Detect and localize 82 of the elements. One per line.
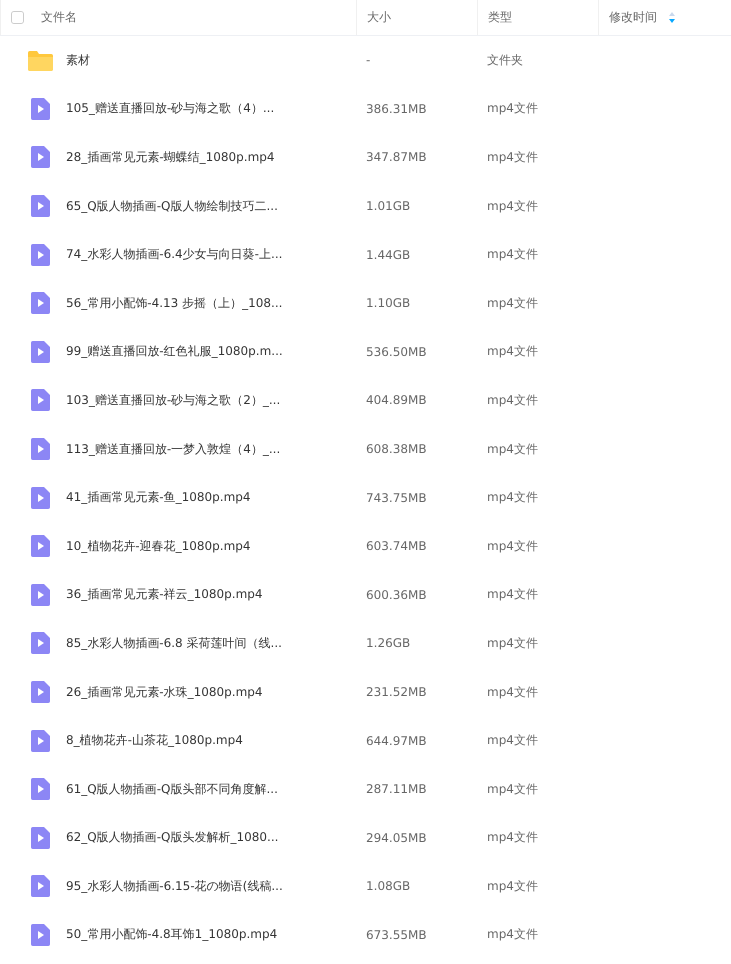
file-name[interactable]: 65_Q版人物插画-Q版人物绘制技巧二...	[66, 198, 278, 215]
file-type: mp4文件	[486, 634, 539, 652]
file-size: 1.08GB	[365, 879, 412, 894]
file-size: 603.74MB	[365, 539, 428, 554]
video-file-icon	[30, 486, 50, 509]
select-all-checkbox[interactable]	[11, 11, 24, 24]
column-header[interactable]: 类型	[488, 9, 512, 26]
file-name[interactable]: 61_Q版人物插画-Q版头部不同角度解...	[66, 780, 278, 798]
file-type: mp4文件	[486, 440, 539, 458]
file-size: 404.89MB	[365, 393, 428, 408]
file-name[interactable]: 113_赠送直播回放-一梦入敦煌（4）_...	[66, 440, 280, 458]
column-header[interactable]: 大小	[367, 9, 391, 26]
file-type: mp4文件	[486, 148, 539, 166]
file-type: mp4文件	[486, 489, 539, 506]
video-file-icon	[30, 146, 50, 168]
file-name[interactable]: 56_常用小配饰-4.13 步摇（上）_108...	[66, 294, 282, 312]
file-type: mp4文件	[486, 780, 539, 798]
file-size: 347.87MB	[365, 150, 428, 164]
file-name[interactable]: 85_水彩人物插画-6.8 采荷莲叶间（线...	[66, 634, 282, 652]
file-name[interactable]: 41_插画常见元素-鱼_1080p.mp4	[66, 489, 251, 506]
video-file-icon	[30, 778, 50, 800]
file-type: mp4文件	[486, 732, 539, 750]
file-size: 1.26GB	[365, 636, 412, 650]
file-name[interactable]: 50_常用小配饰-4.8耳饰1_1080p.mp4	[66, 926, 278, 944]
file-type: mp4文件	[486, 392, 539, 409]
video-file-icon	[30, 924, 50, 946]
file-size: 600.36MB	[365, 588, 428, 602]
file-type: mp4文件	[486, 684, 539, 701]
file-size: 294.05MB	[365, 830, 428, 845]
file-name[interactable]: 素材	[66, 52, 90, 69]
file-name[interactable]: 8_植物花卉-山茶花_1080p.mp4	[66, 732, 243, 750]
video-file-icon	[30, 389, 50, 412]
file-size: 231.52MB	[365, 685, 428, 700]
file-name[interactable]: 99_赠送直播回放-红色礼服_1080p.m...	[66, 343, 283, 360]
file-size: 536.50MB	[365, 344, 428, 359]
file-type: mp4文件	[486, 878, 539, 895]
sort-icon[interactable]	[669, 12, 675, 23]
file-size: 644.97MB	[365, 734, 428, 748]
video-file-icon	[30, 730, 50, 752]
file-name[interactable]: 105_赠送直播回放-砂与海之歌（4）...	[66, 100, 274, 118]
video-file-icon	[30, 681, 50, 704]
file-type: mp4文件	[486, 198, 539, 215]
column-header[interactable]: 文件名	[41, 9, 77, 26]
file-name[interactable]: 10_植物花卉-迎春花_1080p.mp4	[66, 538, 251, 555]
video-file-icon	[30, 195, 50, 218]
video-file-icon	[30, 535, 50, 558]
folder-icon	[28, 50, 52, 71]
file-type: mp4文件	[486, 586, 539, 604]
file-size: 287.11MB	[365, 782, 428, 796]
file-name[interactable]: 95_水彩人物插画-6.15-花の物语(线稿...	[66, 878, 283, 895]
video-file-icon	[30, 632, 50, 654]
file-type: mp4文件	[486, 343, 539, 360]
column-header[interactable]: 修改时间	[609, 9, 657, 26]
file-name[interactable]: 74_水彩人物插画-6.4少女与向日葵-上...	[66, 246, 282, 264]
file-type: 文件夹	[486, 52, 524, 69]
file-type: mp4文件	[486, 294, 539, 312]
file-type: mp4文件	[486, 829, 539, 846]
video-file-icon	[30, 875, 50, 898]
video-file-icon	[30, 584, 50, 606]
file-size: 743.75MB	[365, 490, 428, 505]
file-type: mp4文件	[486, 100, 539, 118]
video-file-icon	[30, 292, 50, 314]
file-name[interactable]: 28_插画常见元素-蝴蝶结_1080p.mp4	[66, 148, 275, 166]
file-size: 1.01GB	[365, 199, 412, 214]
file-type: mp4文件	[486, 926, 539, 944]
file-size: 1.10GB	[365, 296, 412, 310]
file-name[interactable]: 26_插画常见元素-水珠_1080p.mp4	[66, 684, 263, 701]
video-file-icon	[30, 244, 50, 266]
file-name[interactable]: 103_赠送直播回放-砂与海之歌（2）_...	[66, 392, 280, 409]
file-name[interactable]: 36_插画常见元素-祥云_1080p.mp4	[66, 586, 263, 604]
file-type: mp4文件	[486, 538, 539, 555]
video-file-icon	[30, 438, 50, 460]
video-file-icon	[30, 340, 50, 363]
video-file-icon	[30, 826, 50, 849]
file-size: 608.38MB	[365, 442, 428, 456]
file-name[interactable]: 62_Q版人物插画-Q版头发解析_1080...	[66, 829, 278, 846]
file-size: 386.31MB	[365, 102, 428, 116]
file-type: mp4文件	[486, 246, 539, 264]
file-size: 673.55MB	[365, 928, 428, 942]
video-file-icon	[30, 98, 50, 120]
file-size: -	[365, 53, 372, 68]
file-size: 1.44GB	[365, 248, 412, 262]
